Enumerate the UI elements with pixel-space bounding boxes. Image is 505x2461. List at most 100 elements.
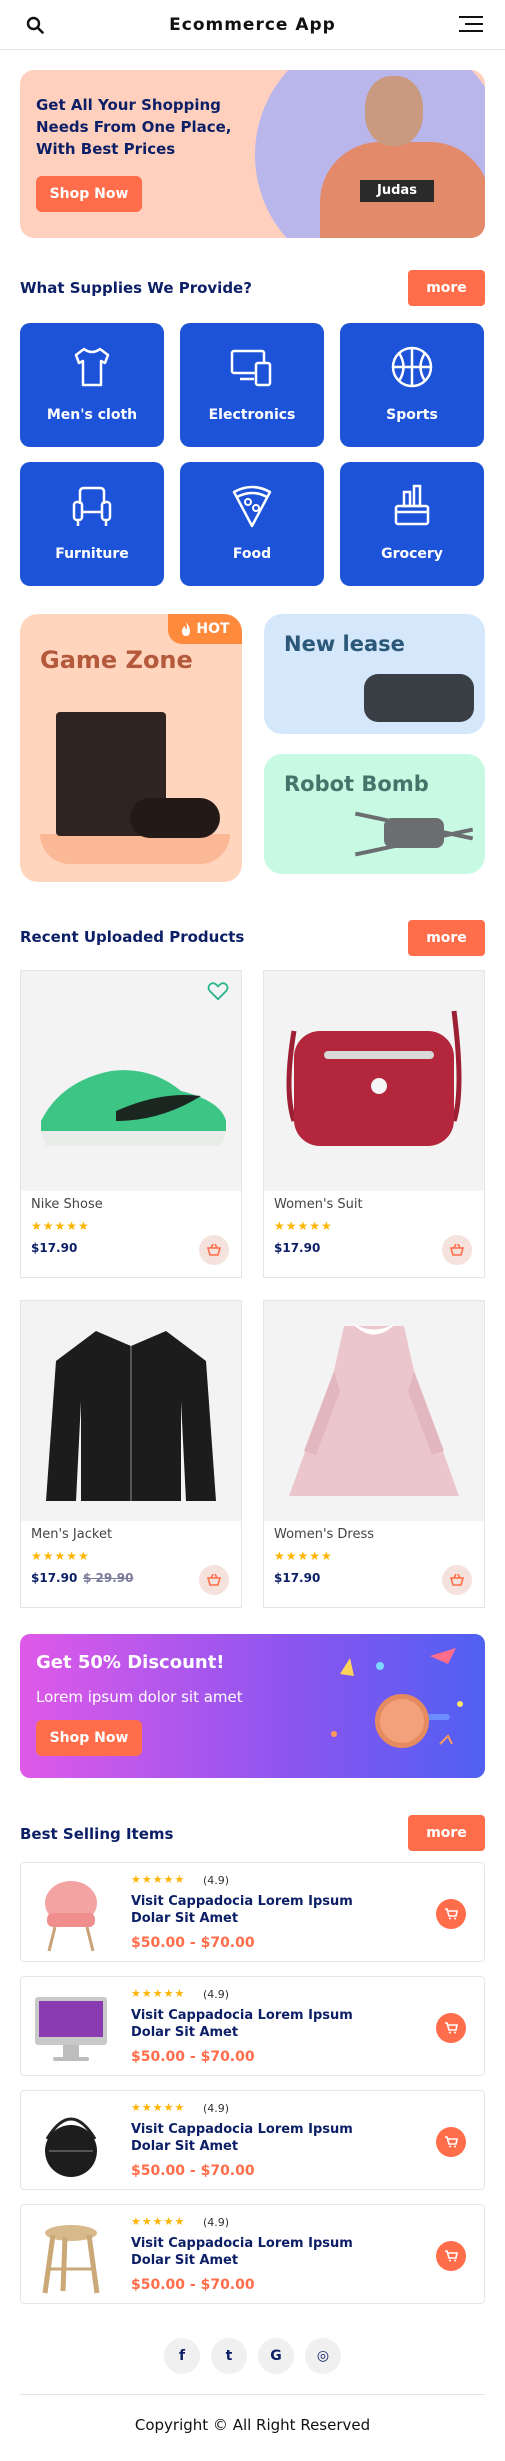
- category-label: Grocery: [381, 546, 443, 562]
- star-rating: ★★★★★: [131, 2215, 186, 2228]
- recent-more-button[interactable]: more: [408, 920, 485, 956]
- handbag-image: [286, 1010, 462, 1146]
- dress-image: [289, 1323, 459, 1496]
- item-title: Visit Cappadocia Lorem Ipsum Dolar Sit A…: [131, 2236, 353, 2268]
- search-icon[interactable]: [26, 16, 44, 34]
- category-label: Sports: [386, 407, 438, 423]
- instagram-icon[interactable]: ◎: [305, 2338, 341, 2374]
- item-price: $50.00 - $70.00: [131, 1935, 255, 1951]
- category-electronics[interactable]: Electronics: [180, 323, 324, 447]
- product-image: [21, 1301, 241, 1521]
- twitter-icon[interactable]: t: [211, 2338, 247, 2374]
- shirt-print: Judas: [360, 180, 434, 202]
- add-to-cart-button[interactable]: [199, 1565, 229, 1595]
- hamburger-menu-icon[interactable]: [459, 16, 483, 34]
- heart-icon[interactable]: [207, 981, 229, 1001]
- drone-image: [384, 818, 444, 848]
- armchair-icon: [72, 486, 112, 526]
- discount-banner: Get 50% Discount! Lorem ipsum dolor sit …: [20, 1634, 485, 1778]
- best-selling-more-button[interactable]: more: [408, 1815, 485, 1851]
- product-price: $17.90: [31, 1241, 78, 1255]
- add-to-cart-button[interactable]: [436, 2127, 466, 2157]
- star-rating: ★★★★★: [131, 1873, 186, 1886]
- add-to-cart-button[interactable]: [442, 1565, 472, 1595]
- google-icon[interactable]: G: [258, 2338, 294, 2374]
- product-price: $17.90: [274, 1571, 321, 1585]
- add-to-cart-button[interactable]: [442, 1235, 472, 1265]
- category-furniture[interactable]: Furniture: [20, 462, 164, 586]
- category-sports[interactable]: Sports: [340, 323, 484, 447]
- product-name: Nike Shose: [31, 1197, 103, 1212]
- product-card[interactable]: Women's Dress ★★★★★ $17.90: [263, 1300, 485, 1608]
- category-label: Furniture: [55, 546, 129, 562]
- item-title: Visit Cappadocia Lorem Ipsum Dolar Sit A…: [131, 2122, 353, 2154]
- basket-icon: [207, 1244, 221, 1256]
- promo-label: Robot Bomb: [284, 772, 429, 796]
- copyright-text: Copyright © All Right Reserved: [134, 2416, 371, 2434]
- supplies-title: What Supplies We Provide?: [20, 279, 252, 297]
- recent-products-title: Recent Uploaded Products: [20, 928, 245, 946]
- product-image: [264, 971, 484, 1191]
- star-rating: ★★★★★: [131, 2101, 186, 2114]
- sneaker-image: [41, 1070, 226, 1146]
- hero-model-head: [365, 76, 423, 146]
- promo-robot-bomb[interactable]: Robot Bomb: [264, 754, 485, 874]
- grocery-icon: [394, 484, 430, 526]
- promo-new-lease[interactable]: New lease: [264, 614, 485, 734]
- star-rating: ★★★★★: [131, 1987, 186, 2000]
- round-bag-image: [45, 2117, 97, 2177]
- best-selling-item[interactable]: ★★★★★ (4.9) Visit Cappadocia Lorem Ipsum…: [20, 2090, 485, 2190]
- promo-label: New lease: [284, 632, 405, 656]
- add-to-cart-button[interactable]: [436, 2241, 466, 2271]
- discount-title: Get 50% Discount!: [36, 1652, 225, 1673]
- promo-game-zone[interactable]: Game Zone HOT: [20, 614, 242, 882]
- product-card[interactable]: Women's Suit ★★★★★ $17.90: [263, 970, 485, 1278]
- devices-icon: [230, 349, 272, 387]
- rating-value: (4.9): [203, 2216, 230, 2229]
- facebook-icon[interactable]: f: [164, 2338, 200, 2374]
- chair-image: [45, 1881, 97, 1952]
- star-rating: ★★★★★: [31, 1549, 90, 1563]
- basketball-icon: [391, 346, 433, 388]
- category-mens-cloth[interactable]: Men's cloth: [20, 323, 164, 447]
- category-label: Electronics: [208, 407, 296, 423]
- add-to-cart-button[interactable]: [199, 1235, 229, 1265]
- best-selling-item[interactable]: ★★★★★ (4.9) Visit Cappadocia Lorem Ipsum…: [20, 1976, 485, 2076]
- category-grocery[interactable]: Grocery: [340, 462, 484, 586]
- tshirt-icon: [74, 347, 110, 387]
- rating-value: (4.9): [203, 2102, 230, 2115]
- hero-headline: Get All Your Shopping Needs From One Pla…: [36, 96, 232, 158]
- cart-icon: [445, 2250, 458, 2262]
- add-to-cart-button[interactable]: [436, 1899, 466, 1929]
- vr-headset-image: [364, 674, 474, 722]
- category-label: Food: [232, 546, 272, 562]
- add-to-cart-button[interactable]: [436, 2013, 466, 2043]
- controller-image: [130, 798, 220, 838]
- product-card[interactable]: Nike Shose ★★★★★ $17.90: [20, 970, 242, 1278]
- best-selling-title: Best Selling Items: [20, 1825, 174, 1843]
- product-name: Women's Dress: [274, 1527, 375, 1542]
- product-stand: [40, 834, 230, 864]
- star-rating: ★★★★★: [274, 1549, 333, 1563]
- discount-shop-now-button[interactable]: Shop Now: [36, 1720, 142, 1756]
- flame-icon: [182, 622, 191, 636]
- item-title: Visit Cappadocia Lorem Ipsum Dolar Sit A…: [131, 1894, 353, 1926]
- star-rating: ★★★★★: [31, 1219, 90, 1233]
- product-name: Men's Jacket: [31, 1527, 113, 1542]
- hero-shop-now-button[interactable]: Shop Now: [36, 176, 142, 212]
- best-selling-item[interactable]: ★★★★★ (4.9) Visit Cappadocia Lorem Ipsum…: [20, 1862, 485, 1962]
- item-price: $50.00 - $70.00: [131, 2049, 255, 2065]
- hero-banner: Judas Get All Your Shopping Needs From O…: [20, 70, 485, 238]
- footer-divider: [20, 2394, 485, 2395]
- discount-subtitle: Lorem ipsum dolor sit amet: [36, 1688, 243, 1706]
- best-selling-item[interactable]: ★★★★★ (4.9) Visit Cappadocia Lorem Ipsum…: [20, 2204, 485, 2304]
- basket-icon: [207, 1574, 221, 1586]
- basket-icon: [450, 1244, 464, 1256]
- cart-icon: [445, 2022, 458, 2034]
- item-price: $50.00 - $70.00: [131, 2277, 255, 2293]
- product-price: $17.90: [31, 1571, 78, 1585]
- category-food[interactable]: Food: [180, 462, 324, 586]
- supplies-more-button[interactable]: more: [408, 270, 485, 306]
- product-old-price: $ 29.90: [83, 1571, 134, 1585]
- product-card[interactable]: Men's Jacket ★★★★★ $17.90 $ 29.90: [20, 1300, 242, 1608]
